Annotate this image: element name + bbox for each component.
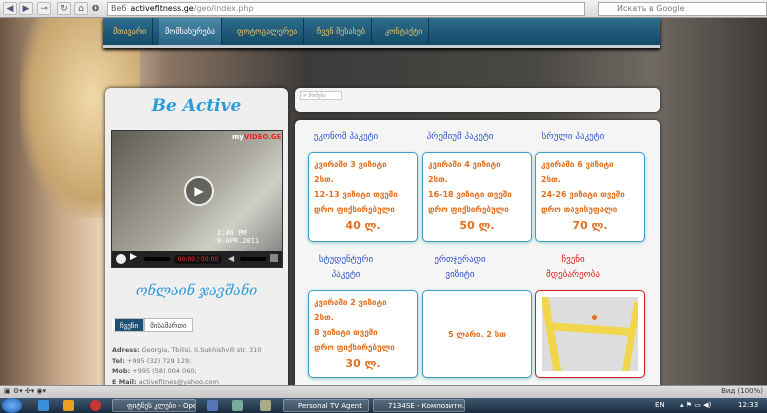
video-time: 00:00 / 00:00 [174,255,222,264]
tool-icon[interactable] [260,400,271,411]
package-title: სტუდენტური პაკეტი [318,255,374,280]
volume-icon[interactable]: ◀ [228,254,234,263]
play-button[interactable]: ▶ [130,252,137,262]
sidebar-title: Be Active [151,96,242,116]
package-card[interactable]: კვირაში 3 ვიზიტი 2სთ. 12-13 ვიზიტი თვეში დრ… [308,152,418,242]
play-icon[interactable]: ▶ [184,176,214,206]
sidebar: Be Active myVIDEO.GE ▶ 2:46 PM 9.APR.2011… [105,88,288,388]
location-title: ჩვენი მდებარეობა [546,255,600,280]
search-input[interactable]: Искать в Google [598,2,767,16]
package-card[interactable]: 5 ლარი. 2 სთ [422,290,532,378]
seek-slider[interactable] [144,257,170,261]
location-map[interactable] [542,297,638,371]
ie-icon[interactable] [38,400,49,411]
panel-toggle-icon[interactable]: ▣ ⚙▾ ✣▾ ◉▾ [4,387,46,395]
package-card[interactable]: კვირაში 2 ვიზიტი 2სთ. 8 ვიზიტი თვეში დრო ფი… [308,290,418,378]
price: 30 ლ. [345,357,381,370]
price: 70 ლ. [572,219,608,232]
back-button[interactable]: ◀ [3,2,17,15]
address-bar[interactable]: Веб activefitness.ge/geo/index.php [107,2,585,16]
price: 40 ლ. [345,219,381,232]
zoom-level[interactable]: Вид (100%) [721,387,763,395]
reload-button[interactable]: ↻ [57,2,71,15]
ok-button[interactable]: ✔ მომენა [300,91,342,100]
browser-toolbar: ◀ ▶ ⊸ ↻ ⌂ ◍ Веб activefitness.ge/geo/inde… [0,0,767,18]
language-indicator[interactable]: EN [655,401,665,409]
status-bar: ▣ ⚙▾ ✣▾ ◉▾ Вид (100%) [0,385,767,398]
start-button[interactable] [2,398,22,413]
location-card[interactable] [535,290,645,378]
stop-button[interactable] [116,254,126,264]
app-icon[interactable] [207,400,218,411]
price: 50 ლ. [459,219,495,232]
task-opera[interactable]: ფიტნეს კლუბი - Opera [112,399,196,412]
clock[interactable]: 12:33 [738,401,758,409]
package-title: ერთჯერადი ვიზიტი [434,255,486,280]
packages-panel: ეკონომ პაკეტი პრემიუმ პაკეტი სრული პაკეტ… [295,120,660,390]
booking-script-text: ონლაინ ჯავშანი [135,283,258,299]
task-personal-tv[interactable]: Personal TV Agent [283,399,369,412]
contact-info: Adress: Georgia, Tbilisi, II.Sukhishvili… [112,346,262,386]
home-button[interactable]: ⌂ [74,2,88,15]
address-tabs: ჩვენი მისამართი [112,318,193,332]
single-visit-price: 5 ლარი. 2 სთ [448,329,506,339]
package-title: ეკონომ პაკეტი [313,132,379,142]
package-card[interactable]: კვირაში 4 ვიზიტი 2სთ. 16-18 ვიზიტი თვეში დრ… [422,152,532,242]
content-toolbar: ✔ მომენა [295,88,660,112]
key-icon[interactable]: ⊸ [37,2,51,15]
nav-home[interactable]: მთავარი [107,18,154,45]
tab-our[interactable]: ჩვენი [112,318,145,332]
notepad-icon[interactable] [232,400,243,411]
nav-gallery[interactable]: ფოტოგალერეა [231,18,305,45]
nav-services[interactable]: მომსახურება [159,18,222,45]
tab-address[interactable]: მისამართი [144,318,193,332]
globe-icon: ◍ [92,3,99,12]
package-card[interactable]: კვირაში 6 ვიზიტი 2სთ. 24-26 ვიზიტი თვეში დრ… [535,152,645,242]
tray-icons[interactable]: ▴ ⚑ ▭ ◀) [680,401,711,409]
package-title: პრემიუმ პაკეტი [426,132,494,142]
url-label: Веб [111,4,127,13]
opera-icon[interactable] [90,400,101,411]
main-nav: მთავარი მომსახურება ფოტოგალერეა ჩვენ შეს… [103,18,660,48]
video-player[interactable]: myVIDEO.GE ▶ 2:46 PM 9.APR.2011 ▶ 00:00 /… [111,130,283,268]
url-domain: activefitness.ge [130,4,194,13]
video-watermark: myVIDEO.GE [232,133,282,141]
video-timestamp: 2:46 PM 9.APR.2011 [217,229,260,245]
nav-contact[interactable]: კონტაქტი [379,18,430,45]
package-title: სრული პაკეტი [541,132,605,142]
taskbar: ფიტნეს კლუბი - Opera Personal TV Agent 7… [0,398,767,413]
media-icon[interactable] [63,400,74,411]
fullscreen-button[interactable] [270,254,278,262]
url-path: /geo/index.php [193,4,254,13]
volume-slider[interactable] [240,257,266,261]
nav-about[interactable]: ჩვენ შესახებ [311,18,372,45]
forward-button[interactable]: ▶ [19,2,33,15]
task-composer[interactable]: 7134SE - Композитн... [373,399,465,412]
video-controls: ▶ 00:00 / 00:00 ◀ [112,251,282,267]
